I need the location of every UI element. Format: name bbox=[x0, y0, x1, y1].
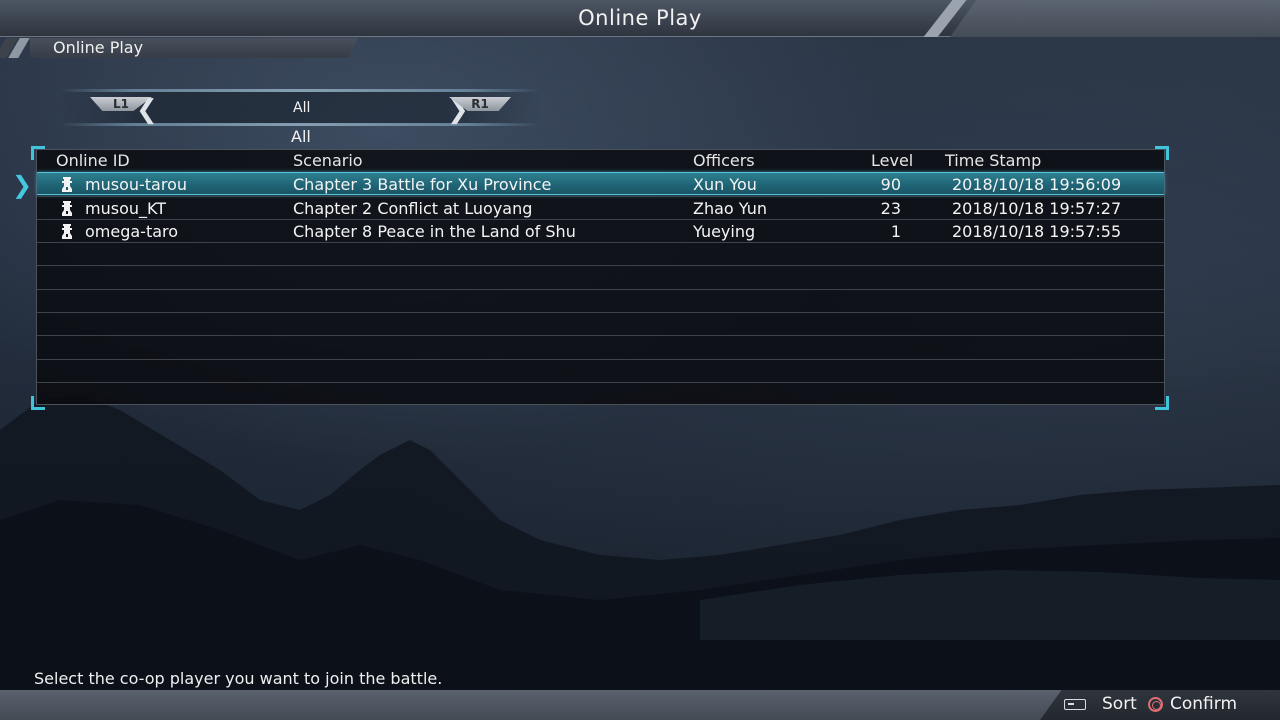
list-corner-top-right bbox=[1155, 146, 1169, 160]
breadcrumb-label: Online Play bbox=[53, 38, 144, 57]
touchpad-icon bbox=[1064, 699, 1086, 710]
scenario: Chapter 3 Battle for Xu Province bbox=[293, 175, 552, 194]
sort-button[interactable]: Sort bbox=[1102, 694, 1137, 714]
header-bar: Online Play bbox=[0, 0, 1280, 37]
player-icon bbox=[62, 177, 72, 192]
online-id: musou-tarou bbox=[85, 175, 187, 194]
circle-button-icon bbox=[1148, 697, 1163, 712]
player-icon bbox=[62, 224, 72, 239]
column-header-online-id[interactable]: Online ID bbox=[56, 151, 130, 170]
column-header-scenario[interactable]: Scenario bbox=[293, 151, 363, 170]
level: 1 bbox=[890, 222, 901, 241]
table-row[interactable]: musou-tarou Chapter 3 Battle for Xu Prov… bbox=[37, 172, 1164, 195]
empty-row bbox=[37, 335, 1164, 358]
online-id: musou_KT bbox=[85, 199, 167, 218]
column-header-level[interactable]: Level bbox=[871, 151, 913, 170]
time-stamp: 2018/10/18 19:57:27 bbox=[952, 199, 1122, 218]
page-title: Online Play bbox=[578, 6, 702, 30]
time-stamp: 2018/10/18 19:57:55 bbox=[952, 222, 1122, 241]
selection-cursor-icon: ❯ bbox=[12, 171, 33, 199]
empty-row bbox=[37, 359, 1164, 382]
column-header-officers[interactable]: Officers bbox=[693, 151, 755, 170]
empty-row bbox=[37, 265, 1164, 288]
confirm-button[interactable]: Confirm bbox=[1170, 694, 1237, 714]
time-stamp: 2018/10/18 19:56:09 bbox=[952, 175, 1122, 194]
online-id: omega-taro bbox=[85, 222, 179, 241]
scenario: Chapter 8 Peace in the Land of Shu bbox=[293, 222, 576, 241]
filter-value: All bbox=[293, 100, 311, 116]
table-row[interactable]: musou_KT Chapter 2 Conflict at Luoyang Z… bbox=[37, 196, 1164, 219]
help-text: Select the co-op player you want to join… bbox=[34, 669, 443, 688]
officer: Yueying bbox=[693, 222, 756, 241]
empty-row bbox=[37, 382, 1164, 405]
officer: Xun You bbox=[693, 175, 757, 194]
table-row[interactable]: omega-taro Chapter 8 Peace in the Land o… bbox=[37, 219, 1164, 242]
empty-row bbox=[37, 242, 1164, 265]
empty-row bbox=[37, 289, 1164, 312]
empty-row bbox=[37, 312, 1164, 335]
level: 23 bbox=[880, 199, 901, 218]
chevron-left-icon[interactable]: ❮ bbox=[136, 95, 158, 125]
officer: Zhao Yun bbox=[693, 199, 767, 218]
filter-label: All bbox=[291, 127, 311, 146]
list-corner-top-left bbox=[31, 146, 45, 160]
level: 90 bbox=[880, 175, 901, 194]
column-header-time-stamp[interactable]: Time Stamp bbox=[945, 151, 1041, 170]
player-icon bbox=[62, 201, 72, 216]
scenario: Chapter 2 Conflict at Luoyang bbox=[293, 199, 533, 218]
